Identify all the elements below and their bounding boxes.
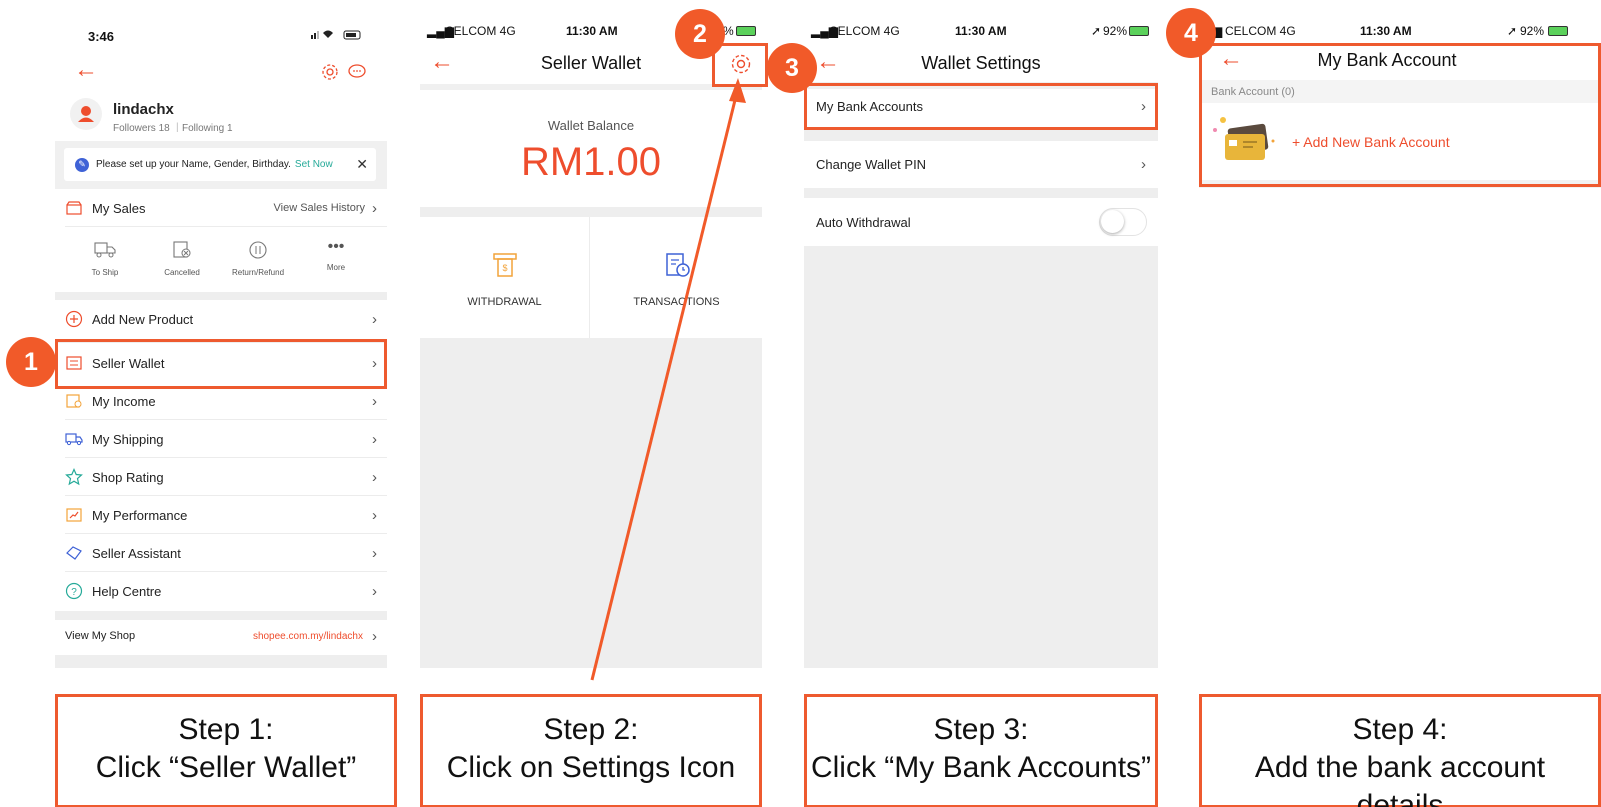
step-caption-title: Step 2: bbox=[543, 713, 639, 746]
step-caption-2: Step 2: Click on Settings Icon bbox=[420, 694, 762, 807]
step-caption-title: Step 4: bbox=[1352, 713, 1448, 746]
step-caption-3: Step 3: Click “My Bank Accounts” bbox=[804, 694, 1158, 807]
step-caption-title: Step 1: bbox=[178, 713, 274, 746]
highlight-settings-icon bbox=[712, 43, 768, 87]
step-caption-text: Add the bank account details bbox=[1254, 751, 1546, 807]
step-caption-4: Step 4: Add the bank account details bbox=[1199, 694, 1601, 807]
step-caption-text: Click on Settings Icon bbox=[446, 751, 736, 784]
step-badge-2: 2 bbox=[675, 9, 725, 59]
highlight-bank-account-section bbox=[1199, 43, 1601, 187]
highlight-seller-wallet bbox=[55, 339, 387, 389]
step-caption-1: Step 1: Click “Seller Wallet” bbox=[55, 694, 397, 807]
step-badge-1: 1 bbox=[6, 337, 56, 387]
step-caption-text: Click “My Bank Accounts” bbox=[810, 751, 1152, 784]
step-caption-text: Click “Seller Wallet” bbox=[95, 751, 357, 784]
step-badge-4: 4 bbox=[1166, 8, 1216, 58]
highlight-my-bank-accounts bbox=[804, 83, 1158, 130]
step-badge-3: 3 bbox=[767, 43, 817, 93]
step-caption-title: Step 3: bbox=[933, 713, 1029, 746]
